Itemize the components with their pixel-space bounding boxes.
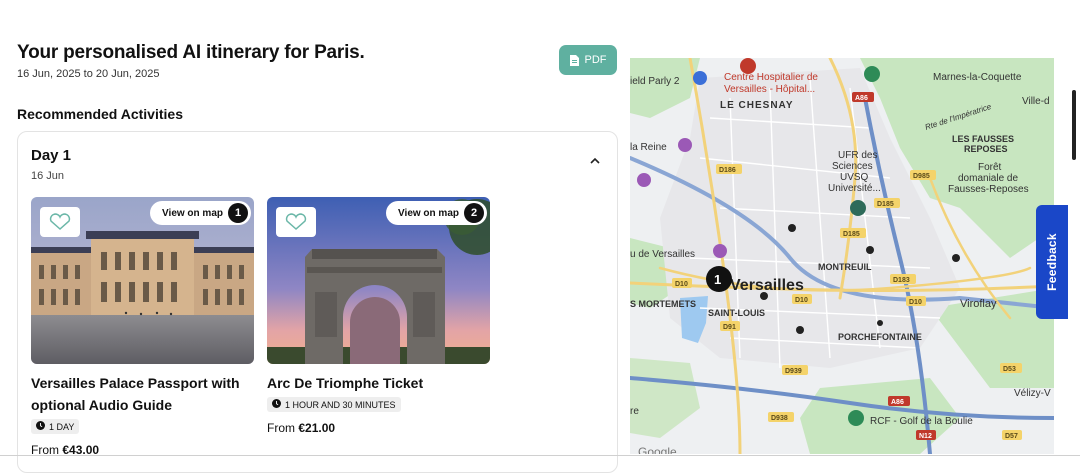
- map-label: Viroflay: [960, 298, 997, 310]
- map-view[interactable]: A86 D186 D185 D185 D10 D10 D183 D10 D91 …: [630, 58, 1054, 454]
- activity-card[interactable]: View on map 1 Versailles Palace Passport…: [31, 197, 254, 457]
- svg-text:D186: D186: [719, 167, 736, 174]
- chevron-up-icon[interactable]: [590, 156, 600, 167]
- activity-price: From €21.00: [267, 421, 490, 435]
- map-label: SAINT-LOUIS: [708, 308, 765, 318]
- map-label: UVSQ: [840, 172, 869, 183]
- map-label: re: [630, 406, 639, 417]
- map-label: domaniale de: [958, 173, 1018, 184]
- day-card: Day 1 16 Jun View on map 1 Versailles Pa…: [17, 131, 618, 473]
- activity-card[interactable]: View on map 2 Arc De Triomphe Ticket 1 H…: [267, 197, 490, 435]
- svg-text:D939: D939: [785, 368, 802, 375]
- activity-image[interactable]: View on map 1: [31, 197, 254, 364]
- duration-badge: 1 HOUR AND 30 MINUTES: [267, 397, 401, 412]
- map-label: REPOSES: [964, 144, 1008, 154]
- map-label: RCF - Golf de la Boulie: [870, 416, 973, 427]
- svg-text:D183: D183: [893, 277, 910, 284]
- svg-text:D10: D10: [909, 299, 922, 306]
- view-on-map-label: View on map: [398, 207, 459, 219]
- feedback-button[interactable]: Feedback: [1036, 205, 1068, 319]
- map-label: ield Parly 2: [630, 76, 680, 87]
- divider: [0, 455, 1080, 456]
- document-icon: [569, 54, 579, 66]
- scrollbar[interactable]: [1072, 90, 1076, 160]
- page-title: Your personalised AI itinerary for Paris…: [17, 42, 365, 63]
- map-label: LES FAUSSES: [952, 134, 1014, 144]
- svg-text:A86: A86: [855, 95, 868, 102]
- activity-title[interactable]: Arc De Triomphe Ticket: [267, 372, 490, 394]
- google-logo: Google: [638, 445, 677, 454]
- map-label: Centre Hospitalier de: [724, 72, 818, 83]
- map-label: Fausses-Reposes: [948, 184, 1029, 195]
- map-label: Université...: [828, 183, 881, 194]
- view-on-map-button[interactable]: View on map 1: [150, 201, 251, 225]
- svg-text:D10: D10: [675, 281, 688, 288]
- svg-text:D985: D985: [913, 173, 930, 180]
- map-label: MONTREUIL: [818, 262, 872, 272]
- clock-icon: [272, 399, 281, 410]
- activity-image[interactable]: View on map 2: [267, 197, 490, 364]
- feedback-label: Feedback: [1045, 233, 1059, 291]
- map-label: Marnes-la-Coquette: [933, 72, 1022, 83]
- price-prefix: From: [267, 421, 295, 435]
- svg-text:D185: D185: [843, 231, 860, 238]
- view-on-map-label: View on map: [162, 207, 223, 219]
- svg-text:A86: A86: [891, 399, 904, 406]
- price-value: €21.00: [298, 421, 336, 435]
- map-label: u de Versailles: [630, 249, 695, 260]
- map-label: UFR des: [838, 150, 877, 161]
- map-marker-number: 1: [228, 203, 248, 223]
- duration-badge: 1 DAY: [31, 419, 80, 434]
- partner-logo: [40, 207, 80, 237]
- svg-text:D91: D91: [723, 324, 736, 331]
- svg-text:D53: D53: [1003, 366, 1016, 373]
- view-on-map-button[interactable]: View on map 2: [386, 201, 487, 225]
- activity-title[interactable]: Versailles Palace Passport with optional…: [31, 372, 254, 416]
- day-title: Day 1: [31, 147, 72, 164]
- pdf-download-button[interactable]: PDF: [559, 45, 617, 75]
- map-label: Vélizy-V: [1014, 388, 1051, 399]
- day-date: 16 Jun: [31, 170, 65, 182]
- map-marker-number: 1: [714, 272, 721, 287]
- map-label: LE CHESNAY: [720, 100, 794, 111]
- map-label: Versailles: [730, 277, 804, 294]
- map-label: Sciences: [832, 161, 873, 172]
- map-label: PORCHEFONTAINE: [838, 332, 922, 342]
- section-heading: Recommended Activities: [17, 106, 183, 122]
- map-label: Ville-d: [1022, 96, 1050, 107]
- svg-text:D57: D57: [1005, 433, 1018, 440]
- duration-text: 1 DAY: [49, 421, 75, 432]
- svg-text:D938: D938: [771, 415, 788, 422]
- pdf-label: PDF: [584, 54, 607, 66]
- map-marker-number: 2: [464, 203, 484, 223]
- svg-text:D10: D10: [795, 297, 808, 304]
- duration-text: 1 HOUR AND 30 MINUTES: [285, 399, 396, 410]
- map-label: S MORTEMETS: [630, 299, 696, 309]
- svg-text:D185: D185: [877, 201, 894, 208]
- partner-logo: [276, 207, 316, 237]
- map-label: Forêt: [978, 162, 1002, 173]
- svg-text:N12: N12: [919, 433, 932, 440]
- trip-dates: 16 Jun, 2025 to 20 Jun, 2025: [17, 68, 160, 80]
- map-label: la Reine: [630, 142, 667, 153]
- map-label: Versailles - Hôpital...: [724, 84, 815, 95]
- clock-icon: [36, 421, 45, 432]
